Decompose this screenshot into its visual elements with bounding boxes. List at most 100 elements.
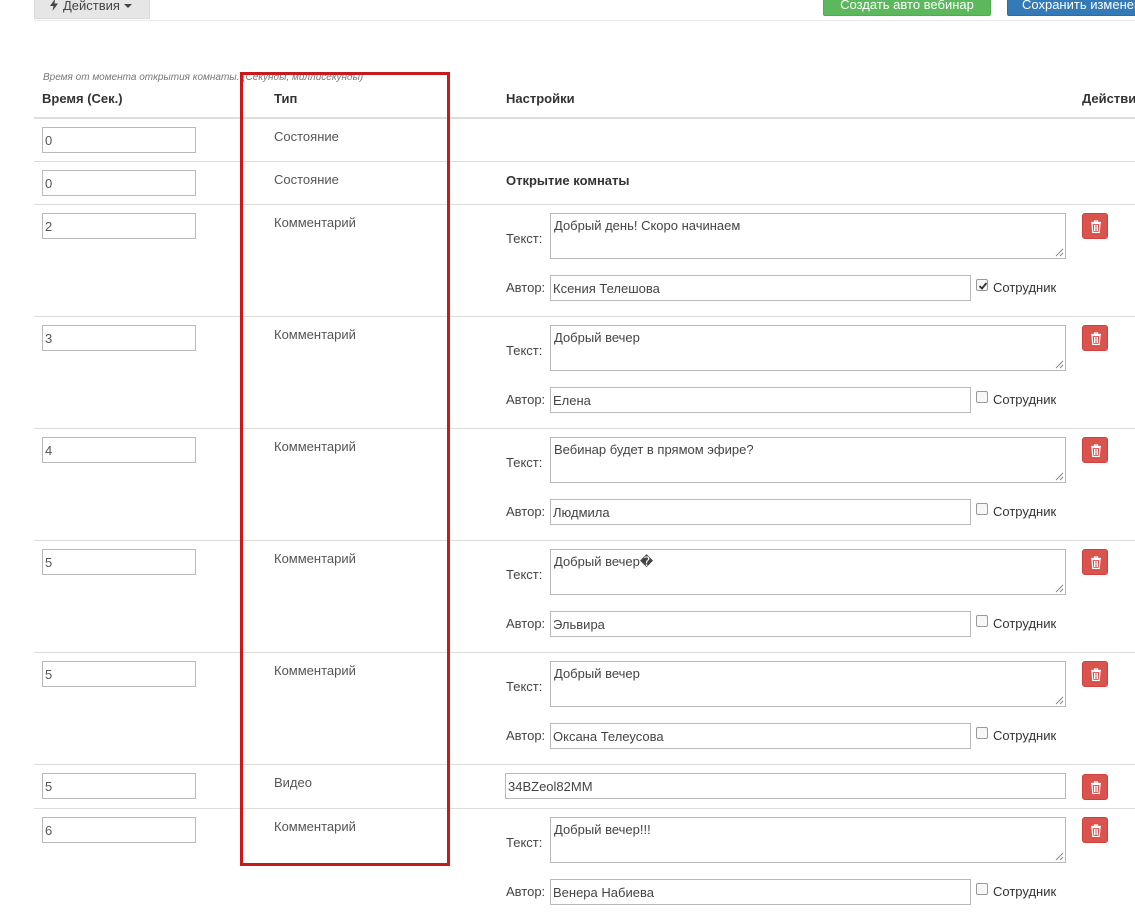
- save-changes-button[interactable]: Сохранить изменения: [1007, 0, 1135, 16]
- resize-grip-icon: [1055, 852, 1064, 861]
- resize-grip-icon: [1055, 584, 1064, 593]
- trash-icon: [1091, 444, 1101, 457]
- author-label: Автор:: [506, 616, 546, 631]
- row-divider: [34, 316, 1135, 317]
- text-label: Текст:: [506, 835, 543, 850]
- trash-icon: [1091, 668, 1101, 681]
- author-label: Автор:: [506, 504, 546, 519]
- time-input[interactable]: 0: [42, 170, 196, 196]
- text-label: Текст:: [506, 567, 543, 582]
- type-cell: Состояние: [274, 172, 339, 187]
- time-input[interactable]: 6: [42, 817, 196, 843]
- comment-text: Добрый вечер: [554, 666, 640, 681]
- comment-textarea[interactable]: Добрый вечер: [550, 325, 1066, 371]
- type-cell: Комментарий: [274, 819, 356, 834]
- text-label: Текст:: [506, 343, 543, 358]
- employee-label: Сотрудник: [993, 616, 1057, 631]
- type-cell: Комментарий: [274, 663, 356, 678]
- comment-text: Добрый вечер: [554, 330, 640, 345]
- row-divider: [34, 540, 1135, 541]
- time-input[interactable]: 0: [42, 127, 196, 153]
- actions-label: Действия: [63, 0, 120, 13]
- row-divider: [34, 161, 1135, 162]
- comment-textarea[interactable]: Вебинар будет в прямом эфире?: [550, 437, 1066, 483]
- setting-value: Открытие комнаты: [506, 173, 630, 188]
- time-input[interactable]: 5: [42, 549, 196, 575]
- employee-checkbox[interactable]: [976, 279, 988, 291]
- type-cell: Видео: [274, 775, 312, 790]
- header-time: Время (Сек.): [42, 91, 123, 106]
- row-divider: [34, 652, 1135, 653]
- header-divider: [34, 117, 1135, 119]
- employee-checkbox[interactable]: [976, 883, 988, 895]
- time-input[interactable]: 2: [42, 213, 196, 239]
- text-label: Текст:: [506, 455, 543, 470]
- delete-button[interactable]: [1082, 661, 1108, 687]
- employee-label: Сотрудник: [993, 392, 1057, 407]
- comment-textarea[interactable]: Добрый вечер�: [550, 549, 1066, 595]
- comment-textarea[interactable]: Добрый вечер: [550, 661, 1066, 707]
- author-label: Автор:: [506, 728, 546, 743]
- delete-button[interactable]: [1082, 213, 1108, 239]
- author-input[interactable]: Венера Набиева: [550, 879, 971, 905]
- row-divider: [34, 808, 1135, 809]
- highlight-box: [240, 72, 450, 866]
- author-input[interactable]: Эльвира: [550, 611, 971, 637]
- type-cell: Комментарий: [274, 439, 356, 454]
- employee-label: Сотрудник: [993, 280, 1057, 295]
- toolbar-divider: [34, 20, 1135, 21]
- resize-grip-icon: [1055, 472, 1064, 481]
- author-label: Автор:: [506, 280, 546, 295]
- create-auto-webinar-button[interactable]: Создать авто вебинар: [823, 0, 991, 16]
- delete-button[interactable]: [1082, 774, 1108, 800]
- resize-grip-icon: [1055, 360, 1064, 369]
- time-input[interactable]: 4: [42, 437, 196, 463]
- author-input[interactable]: Людмила: [550, 499, 971, 525]
- type-cell: Комментарий: [274, 551, 356, 566]
- comment-text: Добрый вечер�: [554, 554, 654, 569]
- trash-icon: [1091, 332, 1101, 345]
- row-divider: [34, 204, 1135, 205]
- author-label: Автор:: [506, 392, 546, 407]
- actions-dropdown-button[interactable]: Действия: [34, 0, 150, 19]
- delete-button[interactable]: [1082, 437, 1108, 463]
- trash-icon: [1091, 220, 1101, 233]
- trash-icon: [1091, 781, 1101, 794]
- comment-text: Вебинар будет в прямом эфире?: [554, 442, 754, 457]
- bolt-icon: [50, 0, 58, 11]
- trash-icon: [1091, 824, 1101, 837]
- video-id-input[interactable]: 34BZeol82MM: [505, 773, 1066, 799]
- comment-textarea[interactable]: Добрый день! Скоро начинаем: [550, 213, 1066, 259]
- time-input[interactable]: 5: [42, 773, 196, 799]
- author-input[interactable]: Елена: [550, 387, 971, 413]
- caret-down-icon: [123, 4, 132, 8]
- author-label: Автор:: [506, 884, 546, 899]
- row-divider: [34, 764, 1135, 765]
- header-type: Тип: [274, 91, 298, 106]
- check-icon: [978, 282, 988, 290]
- employee-label: Сотрудник: [993, 884, 1057, 899]
- text-label: Текст:: [506, 231, 543, 246]
- type-cell: Комментарий: [274, 327, 356, 342]
- employee-label: Сотрудник: [993, 728, 1057, 743]
- employee-checkbox[interactable]: [976, 391, 988, 403]
- header-actions: Действия: [1082, 91, 1135, 106]
- comment-textarea[interactable]: Добрый вечер!!!: [550, 817, 1066, 863]
- time-input[interactable]: 5: [42, 661, 196, 687]
- delete-button[interactable]: [1082, 817, 1108, 843]
- resize-grip-icon: [1055, 696, 1064, 705]
- employee-label: Сотрудник: [993, 504, 1057, 519]
- text-label: Текст:: [506, 679, 543, 694]
- delete-button[interactable]: [1082, 325, 1108, 351]
- time-hint: Время от момента открытия комнаты. (Секу…: [43, 72, 364, 83]
- author-input[interactable]: Оксана Телеусова: [550, 723, 971, 749]
- time-input[interactable]: 3: [42, 325, 196, 351]
- employee-checkbox[interactable]: [976, 727, 988, 739]
- comment-text: Добрый день! Скоро начинаем: [554, 218, 741, 233]
- type-cell: Состояние: [274, 129, 339, 144]
- employee-checkbox[interactable]: [976, 503, 988, 515]
- employee-checkbox[interactable]: [976, 615, 988, 627]
- author-input[interactable]: Ксения Телешова: [550, 275, 971, 301]
- delete-button[interactable]: [1082, 549, 1108, 575]
- trash-icon: [1091, 556, 1101, 569]
